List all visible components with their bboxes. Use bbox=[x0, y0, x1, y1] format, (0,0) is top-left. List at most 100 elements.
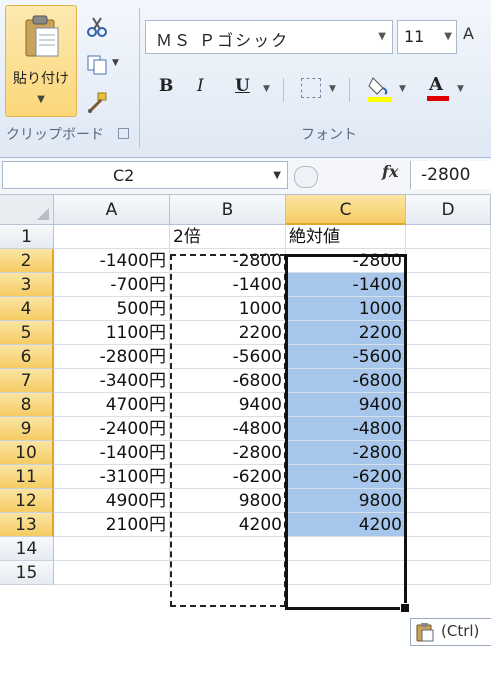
cell-a6[interactable]: -2800円 bbox=[54, 345, 170, 369]
chevron-down-icon[interactable]: ▼ bbox=[378, 31, 386, 42]
insert-function-button[interactable]: fx bbox=[382, 162, 398, 181]
row-header-3[interactable]: 3 bbox=[0, 273, 54, 297]
font-color-button[interactable]: A bbox=[425, 74, 451, 104]
cell-c7[interactable]: -6800 bbox=[286, 369, 406, 393]
column-header-d[interactable]: D bbox=[406, 195, 491, 225]
cell-d10[interactable] bbox=[406, 441, 491, 465]
cell-c1[interactable]: 絶対値 bbox=[286, 225, 406, 249]
cell-a7[interactable]: -3400円 bbox=[54, 369, 170, 393]
cell-c4[interactable]: 1000 bbox=[286, 297, 406, 321]
chevron-down-icon[interactable]: ▼ bbox=[263, 84, 270, 94]
cell-a8[interactable]: 4700円 bbox=[54, 393, 170, 417]
copy-button[interactable]: ▼ bbox=[84, 52, 124, 78]
cell-b11[interactable]: -6200 bbox=[170, 465, 286, 489]
row-header-14[interactable]: 14 bbox=[0, 537, 54, 561]
cell-b5[interactable]: 2200 bbox=[170, 321, 286, 345]
cell-b9[interactable]: -4800 bbox=[170, 417, 286, 441]
cell-b8[interactable]: 9400 bbox=[170, 393, 286, 417]
italic-button[interactable]: I bbox=[197, 76, 204, 104]
formula-bar-resize-handle[interactable] bbox=[294, 166, 318, 188]
cell-d1[interactable] bbox=[406, 225, 491, 249]
cell-d15[interactable] bbox=[406, 561, 491, 585]
paste-button[interactable]: 貼り付け ▼ bbox=[5, 5, 77, 117]
row-header-8[interactable]: 8 bbox=[0, 393, 54, 417]
cell-c14[interactable] bbox=[286, 537, 406, 561]
row-header-1[interactable]: 1 bbox=[0, 225, 54, 249]
row-header-11[interactable]: 11 bbox=[0, 465, 54, 489]
cell-a5[interactable]: 1100円 bbox=[54, 321, 170, 345]
cell-d11[interactable] bbox=[406, 465, 491, 489]
cell-c6[interactable]: -5600 bbox=[286, 345, 406, 369]
grow-font-icon[interactable]: A bbox=[463, 24, 474, 43]
cell-d12[interactable] bbox=[406, 489, 491, 513]
fill-color-button[interactable] bbox=[367, 74, 393, 104]
chevron-down-icon[interactable]: ▼ bbox=[329, 84, 336, 94]
cell-a3[interactable]: -700円 bbox=[54, 273, 170, 297]
row-header-10[interactable]: 10 bbox=[0, 441, 54, 465]
cell-b2[interactable]: -2800 bbox=[170, 249, 286, 273]
chevron-down-icon[interactable]: ▼ bbox=[457, 84, 464, 94]
font-name-select[interactable]: ＭＳ Ｐゴシック ▼ bbox=[145, 20, 393, 54]
cell-d3[interactable] bbox=[406, 273, 491, 297]
cell-c2[interactable]: -2800 bbox=[286, 249, 406, 273]
cell-d7[interactable] bbox=[406, 369, 491, 393]
cell-c13[interactable]: 4200 bbox=[286, 513, 406, 537]
row-header-4[interactable]: 4 bbox=[0, 297, 54, 321]
name-box[interactable]: C2 ▼ bbox=[2, 161, 288, 189]
cell-b6[interactable]: -5600 bbox=[170, 345, 286, 369]
format-painter-button[interactable] bbox=[84, 90, 124, 116]
paste-options-button[interactable]: (Ctrl) bbox=[410, 618, 491, 646]
cell-c12[interactable]: 9800 bbox=[286, 489, 406, 513]
cell-c3[interactable]: -1400 bbox=[286, 273, 406, 297]
cell-c10[interactable]: -2800 bbox=[286, 441, 406, 465]
bold-button[interactable]: B bbox=[159, 76, 173, 104]
cell-d9[interactable] bbox=[406, 417, 491, 441]
cell-a2[interactable]: -1400円 bbox=[54, 249, 170, 273]
chevron-down-icon[interactable]: ▼ bbox=[444, 31, 452, 42]
cell-a13[interactable]: 2100円 bbox=[54, 513, 170, 537]
cell-d2[interactable] bbox=[406, 249, 491, 273]
column-header-b[interactable]: B bbox=[170, 195, 286, 225]
cell-a1[interactable] bbox=[54, 225, 170, 249]
row-header-13[interactable]: 13 bbox=[0, 513, 54, 537]
row-header-9[interactable]: 9 bbox=[0, 417, 54, 441]
chevron-down-icon[interactable]: ▼ bbox=[112, 58, 119, 68]
cell-c8[interactable]: 9400 bbox=[286, 393, 406, 417]
cell-a9[interactable]: -2400円 bbox=[54, 417, 170, 441]
cell-c5[interactable]: 2200 bbox=[286, 321, 406, 345]
cell-c9[interactable]: -4800 bbox=[286, 417, 406, 441]
cell-c15[interactable] bbox=[286, 561, 406, 585]
cell-b12[interactable]: 9800 bbox=[170, 489, 286, 513]
column-header-a[interactable]: A bbox=[54, 195, 170, 225]
row-header-12[interactable]: 12 bbox=[0, 489, 54, 513]
cell-d4[interactable] bbox=[406, 297, 491, 321]
cell-d8[interactable] bbox=[406, 393, 491, 417]
cell-a14[interactable] bbox=[54, 537, 170, 561]
formula-input[interactable]: -2800 bbox=[410, 161, 491, 189]
chevron-down-icon[interactable]: ▼ bbox=[273, 170, 281, 181]
cell-b4[interactable]: 1000 bbox=[170, 297, 286, 321]
cell-a10[interactable]: -1400円 bbox=[54, 441, 170, 465]
cell-a15[interactable] bbox=[54, 561, 170, 585]
select-all-button[interactable] bbox=[0, 195, 54, 225]
cell-b14[interactable] bbox=[170, 537, 286, 561]
dialog-launcher-icon[interactable] bbox=[118, 128, 129, 139]
cell-b15[interactable] bbox=[170, 561, 286, 585]
cell-b13[interactable]: 4200 bbox=[170, 513, 286, 537]
cell-b3[interactable]: -1400 bbox=[170, 273, 286, 297]
cell-b7[interactable]: -6800 bbox=[170, 369, 286, 393]
cell-d6[interactable] bbox=[406, 345, 491, 369]
row-header-2[interactable]: 2 bbox=[0, 249, 54, 273]
cell-a11[interactable]: -3100円 bbox=[54, 465, 170, 489]
cell-a12[interactable]: 4900円 bbox=[54, 489, 170, 513]
borders-icon[interactable] bbox=[301, 78, 321, 98]
row-header-5[interactable]: 5 bbox=[0, 321, 54, 345]
cell-b1[interactable]: 2倍 bbox=[170, 225, 286, 249]
font-size-select[interactable]: 11 ▼ bbox=[397, 20, 457, 54]
cell-b10[interactable]: -2800 bbox=[170, 441, 286, 465]
cell-c11[interactable]: -6200 bbox=[286, 465, 406, 489]
cell-d14[interactable] bbox=[406, 537, 491, 561]
underline-button[interactable]: U bbox=[235, 76, 250, 104]
row-header-15[interactable]: 15 bbox=[0, 561, 54, 585]
chevron-down-icon[interactable]: ▼ bbox=[6, 94, 76, 105]
